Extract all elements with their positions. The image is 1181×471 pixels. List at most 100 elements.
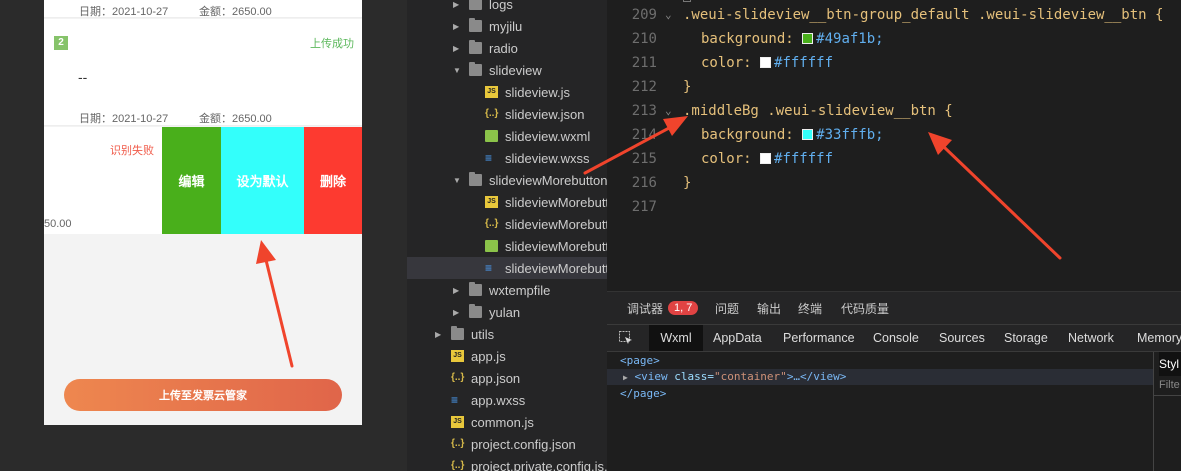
tab-storage[interactable]: Storage — [1004, 325, 1048, 351]
code-line[interactable]: 216} — [607, 171, 1181, 195]
chevron-right-icon[interactable]: ▶ — [435, 330, 441, 339]
json-file-icon: {..} — [485, 218, 499, 229]
upload-button[interactable]: 上传至发票云管家 — [64, 379, 342, 411]
expand-triangle-icon[interactable]: ▶ — [623, 373, 628, 382]
tab-code-quality[interactable]: 代码质量 — [841, 292, 889, 324]
invoice-card-2[interactable]: 2 上传成功 -- 日期：2021-10-27 金额：2650.00 — [44, 19, 362, 126]
invoice-card-3-slid[interactable]: 识别失败 50.00 — [44, 127, 162, 234]
tree-item-label: project.config.json — [471, 436, 576, 452]
tree-item-label: slideviewMorebutto... — [505, 260, 607, 276]
wxml-page-close[interactable]: </page> — [607, 386, 1153, 402]
tab-memory-label: Memory — [1137, 331, 1181, 345]
tree-folder[interactable]: ▶ radio — [407, 37, 607, 59]
delete-button[interactable]: 删除 — [304, 127, 362, 234]
code-line[interactable]: 217 — [607, 195, 1181, 219]
tree-file[interactable]: slideviewMorebutto... — [407, 235, 607, 257]
css-value: #33fffb; — [816, 127, 884, 143]
color-swatch-icon[interactable] — [802, 33, 814, 44]
tree-folder[interactable]: ▶ yulan — [407, 301, 607, 323]
json-file-icon: {..} — [451, 460, 465, 471]
js-file-icon: JS — [485, 196, 498, 208]
tab-problems[interactable]: 问题 — [715, 292, 739, 324]
color-swatch-icon[interactable] — [760, 153, 772, 164]
tab-console[interactable]: Console — [873, 325, 919, 351]
chevron-right-icon[interactable]: ▶ — [453, 22, 459, 31]
tab-terminal[interactable]: 终端 — [798, 292, 822, 324]
color-swatch-icon[interactable] — [802, 129, 814, 140]
styles-filter-input[interactable]: Filte — [1159, 376, 1181, 394]
fold-chevron-icon[interactable]: ⌄ — [665, 99, 672, 123]
tree-folder[interactable]: ▼ slideview — [407, 59, 607, 81]
tab-performance[interactable]: Performance — [783, 325, 855, 351]
chevron-right-icon[interactable]: ▶ — [453, 0, 459, 9]
tree-folder[interactable]: ▶ wxtempfile — [407, 279, 607, 301]
code-line[interactable]: 215 color: #ffffff — [607, 147, 1181, 171]
set-default-button[interactable]: 设为默认 — [221, 127, 304, 234]
tab-wxml[interactable]: Wxml — [649, 325, 703, 351]
js-file-icon: JS — [451, 416, 464, 428]
tree-file[interactable]: {..} project.config.json — [407, 433, 607, 455]
tree-file[interactable]: JS slideview.js — [407, 81, 607, 103]
code-editor[interactable]: 209 ⌄ .weui-slideview__btn-group_default .… — [607, 0, 1181, 291]
chevron-right-icon[interactable]: ▶ — [453, 308, 459, 317]
tab-console-label: Console — [873, 331, 919, 345]
tab-sources[interactable]: Sources — [939, 325, 985, 351]
edit-button[interactable]: 编辑 — [162, 127, 221, 234]
tree-file[interactable]: ≡ slideview.wxss — [407, 147, 607, 169]
code-line[interactable]: 212} — [607, 75, 1181, 99]
chevron-down-icon[interactable]: ▼ — [453, 176, 461, 185]
error-count-badge[interactable]: 1, 7 — [668, 292, 699, 324]
tree-item-label: logs — [489, 0, 513, 12]
code-line[interactable]: 210 background: #49af1b; — [607, 27, 1181, 51]
error-badge-text: 1, 7 — [668, 301, 699, 315]
tree-file[interactable]: JS slideviewMorebutto... — [407, 191, 607, 213]
line-number: 216 — [631, 175, 657, 191]
tree-file[interactable]: JS app.js — [407, 345, 607, 367]
line-number: 213 — [631, 103, 657, 119]
tab-styles[interactable]: Styl — [1159, 352, 1181, 376]
fold-chevron-icon[interactable]: ⌄ — [665, 3, 672, 27]
tab-debugger[interactable]: 调试器 — [627, 292, 663, 324]
tab-sources-label: Sources — [939, 331, 985, 345]
tab-memory[interactable]: Memory — [1137, 325, 1181, 351]
invoice-card-1[interactable]: 日期：2021-10-27 金额：2650.00 — [44, 0, 362, 18]
code-line[interactable]: 214 background: #33fffb; — [607, 123, 1181, 147]
tab-appdata[interactable]: AppData — [713, 325, 762, 351]
tree-file[interactable]: slideview.wxml — [407, 125, 607, 147]
invoice-amount: 金额：2650.00 — [199, 6, 272, 18]
chevron-down-icon[interactable]: ▼ — [453, 66, 461, 75]
tree-file[interactable]: {..} slideview.json — [407, 103, 607, 125]
line-number: 214 — [631, 127, 657, 143]
json-file-icon: {..} — [485, 108, 499, 119]
tree-file[interactable]: ≡ slideviewMorebutto... — [407, 257, 607, 279]
tab-network[interactable]: Network — [1068, 325, 1114, 351]
invoice-amount: 50.00 — [44, 218, 72, 230]
tree-folder[interactable]: ▶ myjilu — [407, 15, 607, 37]
tab-output[interactable]: 输出 — [757, 292, 781, 324]
tree-file[interactable]: {..} app.json — [407, 367, 607, 389]
tree-item-label: radio — [489, 40, 518, 56]
chevron-right-icon[interactable]: ▶ — [453, 44, 459, 53]
tree-file[interactable]: JS common.js — [407, 411, 607, 433]
tree-file[interactable]: {..} project.private.config.js... — [407, 455, 607, 471]
tree-file[interactable]: {..} slideviewMorebutto... — [407, 213, 607, 235]
code-line[interactable]: 213 ⌄ .middleBg .weui-slideview__btn { — [607, 99, 1181, 123]
css-value: #ffffff — [774, 151, 834, 167]
color-swatch-icon[interactable] — [760, 57, 772, 68]
tree-file[interactable]: ≡ app.wxss — [407, 389, 607, 411]
tree-folder[interactable]: ▼ slideviewMorebutton — [407, 169, 607, 191]
wxml-page-open[interactable]: <page> — [607, 353, 1153, 369]
invoice-index-badge: 2 — [54, 36, 68, 50]
code-text: color: #ffffff — [701, 147, 833, 171]
invoice-amount: 金额：2650.00 — [199, 113, 272, 125]
tree-folder[interactable]: ▶ utils — [407, 323, 607, 345]
tree-item-label: utils — [471, 326, 495, 342]
code-line[interactable]: 211 color: #ffffff — [607, 51, 1181, 75]
wxml-view-node[interactable]: ▶ <view class="container">…</view> — [607, 369, 1153, 385]
tree-folder[interactable]: ▶ logs — [407, 0, 607, 15]
element-picker-icon[interactable] — [613, 325, 639, 351]
line-number: 217 — [631, 199, 657, 215]
chevron-right-icon[interactable]: ▶ — [453, 286, 459, 295]
code-line[interactable]: 209 ⌄ .weui-slideview__btn-group_default .… — [607, 3, 1181, 27]
wxml-attr-value: "container" — [713, 370, 787, 383]
